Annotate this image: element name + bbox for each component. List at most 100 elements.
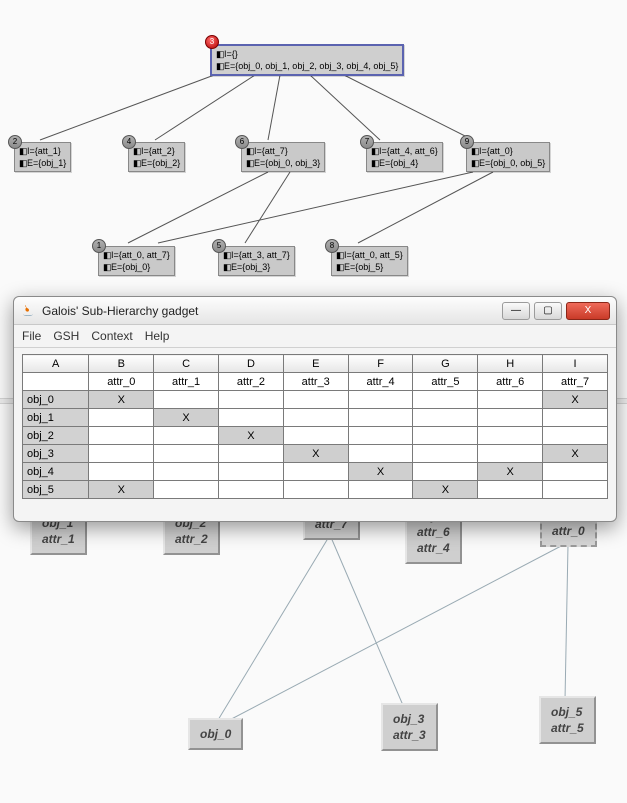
lattice-node-6[interactable]: ◧I={att_7} ◧E={obj_0, obj_3} — [241, 142, 325, 172]
table-cell[interactable] — [283, 427, 348, 445]
row-object-label[interactable]: obj_1 — [23, 409, 89, 427]
col-header[interactable]: I — [543, 355, 608, 373]
table-cell[interactable] — [478, 427, 543, 445]
col-header[interactable]: D — [219, 355, 284, 373]
table-cell[interactable] — [348, 427, 413, 445]
table-cell[interactable] — [543, 427, 608, 445]
lattice-badge-6[interactable]: 6 — [235, 135, 249, 149]
row-object-label[interactable]: obj_0 — [23, 391, 89, 409]
table-cell[interactable] — [478, 481, 543, 499]
lattice-badge-7[interactable]: 7 — [360, 135, 374, 149]
attr-header-blank[interactable] — [23, 373, 89, 391]
table-cell[interactable]: X — [219, 427, 284, 445]
lattice-badge-2[interactable]: 2 — [8, 135, 22, 149]
table-cell[interactable] — [219, 409, 284, 427]
lattice-badge-9[interactable]: 9 — [460, 135, 474, 149]
table-cell[interactable] — [89, 409, 154, 427]
row-object-label[interactable]: obj_5 — [23, 481, 89, 499]
graph-node-b_obj3[interactable]: obj_3attr_3 — [381, 703, 438, 751]
graph-node-b_obj5[interactable]: obj_5attr_5 — [539, 696, 596, 744]
table-cell[interactable] — [413, 427, 478, 445]
lattice-badge-5[interactable]: 5 — [212, 239, 226, 253]
attr-header[interactable]: attr_4 — [348, 373, 413, 391]
attr-header[interactable]: attr_0 — [89, 373, 154, 391]
table-cell[interactable] — [478, 409, 543, 427]
row-object-label[interactable]: obj_3 — [23, 445, 89, 463]
table-cell[interactable] — [543, 463, 608, 481]
table-cell[interactable] — [283, 481, 348, 499]
col-header[interactable]: F — [348, 355, 413, 373]
row-object-label[interactable]: obj_4 — [23, 463, 89, 481]
table-cell[interactable]: X — [283, 445, 348, 463]
menu-file[interactable]: File — [22, 329, 41, 343]
col-header[interactable]: G — [413, 355, 478, 373]
table-cell[interactable]: X — [543, 445, 608, 463]
table-cell[interactable] — [283, 463, 348, 481]
table-cell[interactable] — [348, 409, 413, 427]
menu-gsh[interactable]: GSH — [53, 329, 79, 343]
lattice-badge-4[interactable]: 4 — [122, 135, 136, 149]
table-cell[interactable] — [283, 391, 348, 409]
table-cell[interactable]: X — [348, 463, 413, 481]
lattice-node-9[interactable]: ◧I={att_0} ◧E={obj_0, obj_5} — [466, 142, 550, 172]
table-cell[interactable] — [154, 427, 219, 445]
table-cell[interactable]: X — [478, 463, 543, 481]
attr-header[interactable]: attr_6 — [478, 373, 543, 391]
table-cell[interactable] — [478, 445, 543, 463]
lattice-node-3[interactable]: ◧I={} ◧E={obj_0, obj_1, obj_2, obj_3, ob… — [210, 44, 404, 76]
attr-header[interactable]: attr_3 — [283, 373, 348, 391]
table-cell[interactable] — [413, 463, 478, 481]
col-header[interactable]: H — [478, 355, 543, 373]
table-cell[interactable] — [89, 427, 154, 445]
attr-header[interactable]: attr_1 — [154, 373, 219, 391]
table-cell[interactable]: X — [413, 481, 478, 499]
table-cell[interactable] — [89, 445, 154, 463]
lattice-badge-1[interactable]: 1 — [92, 239, 106, 253]
table-cell[interactable]: X — [543, 391, 608, 409]
menu-help[interactable]: Help — [145, 329, 170, 343]
table-cell[interactable] — [413, 445, 478, 463]
col-header[interactable]: A — [23, 355, 89, 373]
table-cell[interactable] — [413, 409, 478, 427]
table-cell[interactable] — [543, 409, 608, 427]
table-cell[interactable] — [348, 391, 413, 409]
attr-header[interactable]: attr_7 — [543, 373, 608, 391]
lattice-node-1[interactable]: ◧I={att_0, att_7} ◧E={obj_0} — [98, 246, 175, 276]
lattice-node-2[interactable]: ◧I={att_1} ◧E={obj_1} — [14, 142, 71, 172]
lattice-badge-8[interactable]: 8 — [325, 239, 339, 253]
col-header[interactable]: C — [154, 355, 219, 373]
table-cell[interactable] — [89, 463, 154, 481]
table-cell[interactable]: X — [154, 409, 219, 427]
table-cell[interactable] — [154, 463, 219, 481]
lattice-node-8[interactable]: ◧I={att_0, att_5} ◧E={obj_5} — [331, 246, 408, 276]
table-cell[interactable]: X — [89, 391, 154, 409]
lattice-node-4[interactable]: ◧I={att_2} ◧E={obj_2} — [128, 142, 185, 172]
table-cell[interactable] — [219, 463, 284, 481]
menu-context[interactable]: Context — [91, 329, 132, 343]
table-cell[interactable] — [154, 481, 219, 499]
table-cell[interactable] — [219, 481, 284, 499]
table-cell[interactable]: X — [89, 481, 154, 499]
close-button[interactable]: X — [566, 302, 610, 320]
lattice-badge-3[interactable]: 3 — [205, 35, 219, 49]
table-cell[interactable] — [154, 391, 219, 409]
table-cell[interactable] — [348, 445, 413, 463]
col-header[interactable]: E — [283, 355, 348, 373]
table-cell[interactable] — [348, 481, 413, 499]
row-object-label[interactable]: obj_2 — [23, 427, 89, 445]
attr-header[interactable]: attr_2 — [219, 373, 284, 391]
table-cell[interactable] — [413, 391, 478, 409]
minimize-button[interactable]: — — [502, 302, 530, 320]
titlebar[interactable]: Galois' Sub-Hierarchy gadget — ▢ X — [14, 297, 616, 325]
table-cell[interactable] — [543, 481, 608, 499]
maximize-button[interactable]: ▢ — [534, 302, 562, 320]
lattice-node-7[interactable]: ◧I={att_4, att_6} ◧E={obj_4} — [366, 142, 443, 172]
table-cell[interactable] — [283, 409, 348, 427]
table-cell[interactable] — [219, 445, 284, 463]
graph-node-b_obj0[interactable]: obj_0 — [188, 718, 243, 750]
attr-header[interactable]: attr_5 — [413, 373, 478, 391]
lattice-node-5[interactable]: ◧I={att_3, att_7} ◧E={obj_3} — [218, 246, 295, 276]
col-header[interactable]: B — [89, 355, 154, 373]
context-table[interactable]: ABCDEFGHI attr_0attr_1attr_2attr_3attr_4… — [22, 354, 608, 499]
table-cell[interactable] — [154, 445, 219, 463]
